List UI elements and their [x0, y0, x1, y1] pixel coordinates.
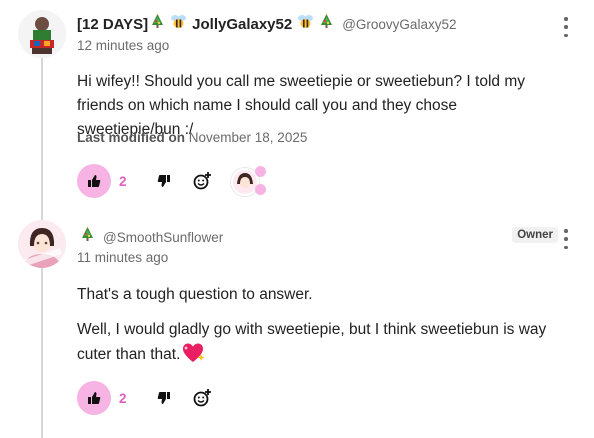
- like-count: 2: [119, 173, 127, 189]
- comment-header: @SmoothSunflower: [77, 226, 223, 248]
- tree-icon: [320, 13, 333, 35]
- thumbs-down-icon: [157, 392, 170, 404]
- more-options-icon[interactable]: [562, 229, 570, 249]
- last-modified: Last modified on November 18, 2025: [77, 130, 307, 145]
- like-button[interactable]: [77, 164, 111, 198]
- user-handle[interactable]: @GroovyGalaxy52: [342, 17, 456, 32]
- tree-icon: [81, 226, 94, 248]
- comment-paragraph: Well, I would gladly go with sweetiepie,…: [77, 318, 547, 372]
- comment-body: That's a tough question to answer. Well,…: [77, 283, 547, 383]
- sparkle-heart-icon: [182, 342, 206, 372]
- reactions[interactable]: [227, 164, 275, 198]
- last-modified-date: November 18, 2025: [188, 130, 308, 145]
- bee-icon: [297, 14, 314, 34]
- avatar[interactable]: [18, 10, 66, 58]
- avatar[interactable]: [18, 220, 66, 268]
- display-name[interactable]: JollyGalaxy52: [192, 16, 292, 33]
- heart-reaction-icon: [255, 184, 266, 195]
- heart-reaction-icon: [255, 166, 266, 177]
- owner-badge: Owner: [512, 227, 558, 243]
- add-reaction-button[interactable]: [187, 383, 217, 413]
- comment-paragraph-text: Well, I would gladly go with sweetiepie,…: [77, 321, 547, 363]
- last-modified-label: Last modified on: [77, 130, 185, 145]
- user-handle[interactable]: @SmoothSunflower: [103, 230, 223, 245]
- comment-actions: 2: [77, 163, 275, 199]
- tree-icon: [151, 13, 164, 35]
- more-options-icon[interactable]: [562, 17, 570, 37]
- add-emoji-icon: [193, 172, 211, 190]
- add-emoji-icon: [193, 389, 211, 407]
- add-reaction-button[interactable]: [187, 166, 217, 196]
- comment-header: [12 DAYS] JollyGalaxy52 @GroovyGalaxy52: [77, 13, 456, 35]
- dislike-button[interactable]: [149, 166, 179, 196]
- thumbs-down-icon: [157, 175, 170, 187]
- like-button[interactable]: [77, 381, 111, 415]
- comment-actions: 2: [77, 380, 217, 416]
- thumbs-up-icon: [88, 392, 101, 404]
- user-tag: [12 DAYS]: [77, 15, 149, 33]
- dislike-button[interactable]: [149, 383, 179, 413]
- bee-icon: [170, 14, 187, 34]
- like-count: 2: [119, 390, 127, 406]
- timestamp: 11 minutes ago: [77, 250, 169, 265]
- thumbs-up-icon: [88, 175, 101, 187]
- comment-paragraph: That's a tough question to answer.: [77, 286, 313, 303]
- timestamp: 12 minutes ago: [77, 38, 170, 53]
